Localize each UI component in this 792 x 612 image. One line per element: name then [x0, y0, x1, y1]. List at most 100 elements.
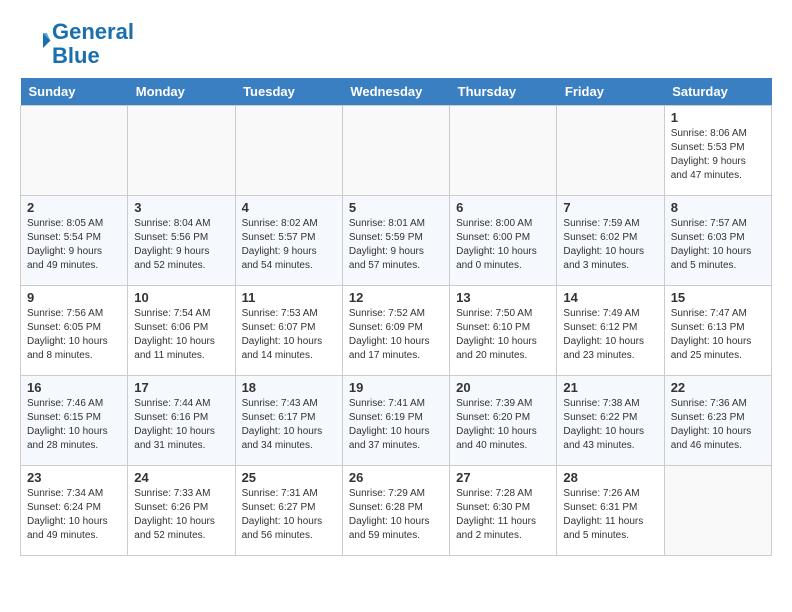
day-cell: 26 Sunrise: 7:29 AM Sunset: 6:28 PM Dayli…	[342, 466, 449, 556]
day-number: 25	[242, 470, 336, 485]
day-header-thursday: Thursday	[450, 78, 557, 106]
day-number: 17	[134, 380, 228, 395]
day-number: 18	[242, 380, 336, 395]
day-number: 24	[134, 470, 228, 485]
day-cell: 18 Sunrise: 7:43 AM Sunset: 6:17 PM Dayli…	[235, 376, 342, 466]
day-cell: 19 Sunrise: 7:41 AM Sunset: 6:19 PM Dayli…	[342, 376, 449, 466]
day-number: 19	[349, 380, 443, 395]
day-cell: 20 Sunrise: 7:39 AM Sunset: 6:20 PM Dayli…	[450, 376, 557, 466]
day-number: 6	[456, 200, 550, 215]
day-cell: 16 Sunrise: 7:46 AM Sunset: 6:15 PM Dayli…	[21, 376, 128, 466]
day-info: Sunrise: 8:04 AM Sunset: 5:56 PM Dayligh…	[134, 217, 228, 273]
day-info: Sunrise: 7:34 AM Sunset: 6:24 PM Dayligh…	[27, 487, 121, 543]
week-row-2: 2 Sunrise: 8:05 AM Sunset: 5:54 PM Daylig…	[21, 196, 772, 286]
day-cell: 15Sunrise: 7:47 AM Sunset: 6:13 PM Dayli…	[664, 286, 771, 376]
day-info: Sunrise: 7:57 AM Sunset: 6:03 PM Dayligh…	[671, 217, 765, 273]
day-header-friday: Friday	[557, 78, 664, 106]
day-cell: 28 Sunrise: 7:26 AM Sunset: 6:31 PM Dayli…	[557, 466, 664, 556]
day-cell: 27 Sunrise: 7:28 AM Sunset: 6:30 PM Dayli…	[450, 466, 557, 556]
day-header-monday: Monday	[128, 78, 235, 106]
day-cell: 10 Sunrise: 7:54 AM Sunset: 6:06 PM Dayli…	[128, 286, 235, 376]
day-info: Sunrise: 7:31 AM Sunset: 6:27 PM Dayligh…	[242, 487, 336, 543]
day-info: Sunrise: 7:43 AM Sunset: 6:17 PM Dayligh…	[242, 397, 336, 453]
day-number: 27	[456, 470, 550, 485]
day-info: Sunrise: 7:46 AM Sunset: 6:15 PM Dayligh…	[27, 397, 121, 453]
day-info: Sunrise: 7:28 AM Sunset: 6:30 PM Dayligh…	[456, 487, 550, 543]
day-info: Sunrise: 8:05 AM Sunset: 5:54 PM Dayligh…	[27, 217, 121, 273]
day-cell	[664, 466, 771, 556]
day-cell: 9 Sunrise: 7:56 AM Sunset: 6:05 PM Daylig…	[21, 286, 128, 376]
day-header-sunday: Sunday	[21, 78, 128, 106]
day-number: 14	[563, 290, 657, 305]
day-cell: 1 Sunrise: 8:06 AM Sunset: 5:53 PM Daylig…	[664, 106, 771, 196]
day-info: Sunrise: 7:39 AM Sunset: 6:20 PM Dayligh…	[456, 397, 550, 453]
day-info: Sunrise: 8:02 AM Sunset: 5:57 PM Dayligh…	[242, 217, 336, 273]
day-cell: 12 Sunrise: 7:52 AM Sunset: 6:09 PM Dayli…	[342, 286, 449, 376]
day-header-saturday: Saturday	[664, 78, 771, 106]
day-cell	[235, 106, 342, 196]
day-info: Sunrise: 7:52 AM Sunset: 6:09 PM Dayligh…	[349, 307, 443, 363]
day-number: 10	[134, 290, 228, 305]
logo-icon	[22, 27, 52, 57]
day-info: Sunrise: 7:44 AM Sunset: 6:16 PM Dayligh…	[134, 397, 228, 453]
day-number: 5	[349, 200, 443, 215]
day-number: 23	[27, 470, 121, 485]
calendar-table: SundayMondayTuesdayWednesdayThursdayFrid…	[20, 78, 772, 556]
day-cell: 17 Sunrise: 7:44 AM Sunset: 6:16 PM Dayli…	[128, 376, 235, 466]
day-cell: 13 Sunrise: 7:50 AM Sunset: 6:10 PM Dayli…	[450, 286, 557, 376]
day-info: Sunrise: 8:00 AM Sunset: 6:00 PM Dayligh…	[456, 217, 550, 273]
day-number: 13	[456, 290, 550, 305]
logo: General Blue	[20, 20, 134, 68]
day-info: Sunrise: 7:36 AM Sunset: 6:23 PM Dayligh…	[671, 397, 765, 453]
day-cell: 8 Sunrise: 7:57 AM Sunset: 6:03 PM Daylig…	[664, 196, 771, 286]
day-info: Sunrise: 7:41 AM Sunset: 6:19 PM Dayligh…	[349, 397, 443, 453]
day-cell: 11Sunrise: 7:53 AM Sunset: 6:07 PM Dayli…	[235, 286, 342, 376]
day-cell	[557, 106, 664, 196]
day-number: 26	[349, 470, 443, 485]
day-info: Sunrise: 7:49 AM Sunset: 6:12 PM Dayligh…	[563, 307, 657, 363]
day-info: Sunrise: 7:54 AM Sunset: 6:06 PM Dayligh…	[134, 307, 228, 363]
day-cell	[21, 106, 128, 196]
day-number: 15	[671, 290, 765, 305]
day-number: 4	[242, 200, 336, 215]
day-number: 3	[134, 200, 228, 215]
day-cell: 3 Sunrise: 8:04 AM Sunset: 5:56 PM Daylig…	[128, 196, 235, 286]
week-row-3: 9 Sunrise: 7:56 AM Sunset: 6:05 PM Daylig…	[21, 286, 772, 376]
day-number: 1	[671, 110, 765, 125]
day-info: Sunrise: 7:53 AM Sunset: 6:07 PM Dayligh…	[242, 307, 336, 363]
day-number: 16	[27, 380, 121, 395]
day-cell: 6 Sunrise: 8:00 AM Sunset: 6:00 PM Daylig…	[450, 196, 557, 286]
day-number: 2	[27, 200, 121, 215]
day-number: 7	[563, 200, 657, 215]
week-row-4: 16 Sunrise: 7:46 AM Sunset: 6:15 PM Dayli…	[21, 376, 772, 466]
day-cell: 23 Sunrise: 7:34 AM Sunset: 6:24 PM Dayli…	[21, 466, 128, 556]
day-header-tuesday: Tuesday	[235, 78, 342, 106]
week-row-1: 1 Sunrise: 8:06 AM Sunset: 5:53 PM Daylig…	[21, 106, 772, 196]
day-number: 9	[27, 290, 121, 305]
day-number: 28	[563, 470, 657, 485]
day-info: Sunrise: 7:38 AM Sunset: 6:22 PM Dayligh…	[563, 397, 657, 453]
day-info: Sunrise: 7:26 AM Sunset: 6:31 PM Dayligh…	[563, 487, 657, 543]
day-cell	[128, 106, 235, 196]
day-header-wednesday: Wednesday	[342, 78, 449, 106]
day-info: Sunrise: 7:33 AM Sunset: 6:26 PM Dayligh…	[134, 487, 228, 543]
day-cell	[450, 106, 557, 196]
day-number: 12	[349, 290, 443, 305]
day-info: Sunrise: 7:50 AM Sunset: 6:10 PM Dayligh…	[456, 307, 550, 363]
day-info: Sunrise: 7:56 AM Sunset: 6:05 PM Dayligh…	[27, 307, 121, 363]
week-row-5: 23 Sunrise: 7:34 AM Sunset: 6:24 PM Dayli…	[21, 466, 772, 556]
day-cell	[342, 106, 449, 196]
day-info: Sunrise: 8:01 AM Sunset: 5:59 PM Dayligh…	[349, 217, 443, 273]
day-cell: 14 Sunrise: 7:49 AM Sunset: 6:12 PM Dayli…	[557, 286, 664, 376]
day-cell: 25 Sunrise: 7:31 AM Sunset: 6:27 PM Dayli…	[235, 466, 342, 556]
day-cell: 21 Sunrise: 7:38 AM Sunset: 6:22 PM Dayli…	[557, 376, 664, 466]
day-number: 8	[671, 200, 765, 215]
day-number: 20	[456, 380, 550, 395]
day-info: Sunrise: 8:06 AM Sunset: 5:53 PM Dayligh…	[671, 127, 765, 183]
day-cell: 5 Sunrise: 8:01 AM Sunset: 5:59 PM Daylig…	[342, 196, 449, 286]
day-number: 21	[563, 380, 657, 395]
day-info: Sunrise: 7:29 AM Sunset: 6:28 PM Dayligh…	[349, 487, 443, 543]
header-row: SundayMondayTuesdayWednesdayThursdayFrid…	[21, 78, 772, 106]
day-info: Sunrise: 7:59 AM Sunset: 6:02 PM Dayligh…	[563, 217, 657, 273]
day-cell: 7 Sunrise: 7:59 AM Sunset: 6:02 PM Daylig…	[557, 196, 664, 286]
